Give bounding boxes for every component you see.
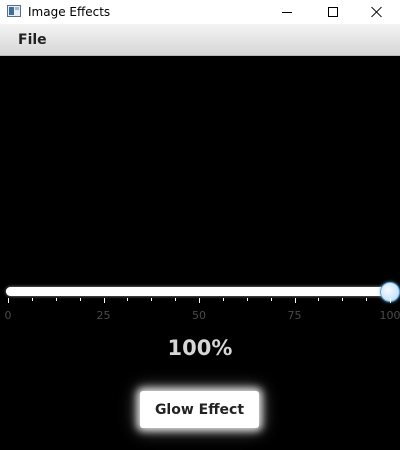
slider-minor-tick [342, 298, 343, 301]
slider-minor-tick [318, 298, 319, 301]
maximize-button[interactable] [310, 0, 356, 24]
slider-fill [6, 287, 390, 296]
slider-major-tick [8, 298, 9, 303]
menu-item-file[interactable]: File [18, 32, 47, 48]
slider-major-tick [104, 298, 105, 303]
slider-minor-tick [80, 298, 81, 301]
slider-major-tick [390, 298, 391, 303]
slider-minor-tick [151, 298, 152, 301]
minimize-icon [282, 11, 292, 13]
title-bar: Image Effects [0, 0, 400, 24]
slider-major-tick [199, 298, 200, 303]
close-icon [371, 6, 383, 18]
close-button[interactable] [354, 0, 400, 24]
slider-tick-label: 50 [192, 309, 206, 322]
slider-tick-label: 25 [96, 309, 111, 322]
slider-minor-tick [175, 298, 176, 301]
window-title: Image Effects [28, 5, 111, 19]
glow-effect-button[interactable]: Glow Effect [140, 391, 259, 428]
slider-major-tick [295, 298, 296, 303]
slider-minor-tick [56, 298, 57, 301]
slider-minor-tick [271, 298, 272, 301]
app-window-icon [7, 5, 21, 17]
slider-minor-tick [223, 298, 224, 301]
slider-minor-tick [366, 298, 367, 301]
slider-tick-label: 0 [4, 309, 12, 322]
minimize-button[interactable] [264, 0, 310, 24]
menu-bar: File [0, 24, 400, 56]
slider-track[interactable] [6, 287, 390, 296]
slider-minor-tick [247, 298, 248, 301]
slider-minor-tick [32, 298, 33, 301]
slider-tick-label: 75 [287, 309, 302, 322]
maximize-icon [328, 7, 338, 17]
percent-readout: 100% [167, 336, 233, 360]
slider-minor-tick [127, 298, 128, 301]
slider-tick-label: 100 [379, 309, 400, 322]
